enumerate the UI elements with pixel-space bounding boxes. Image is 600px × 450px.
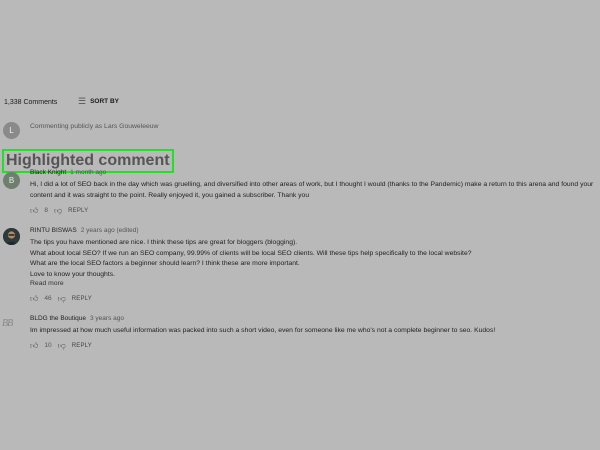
comment-time[interactable]: 3 years ago	[90, 315, 124, 322]
comment-time[interactable]: 1 month ago	[70, 169, 106, 176]
comment-author[interactable]: BLDG the Boutique	[30, 315, 86, 322]
comment-avatar	[3, 228, 20, 245]
avatar-photo-icon	[3, 228, 20, 245]
boutique-logo-icon: BB	[2, 318, 13, 329]
thumbs-up-icon[interactable]: 👍︎	[30, 206, 38, 215]
comment-actions: 👍︎ 46 👎︎ REPLY	[30, 294, 92, 303]
comment-avatar: B	[3, 172, 20, 189]
comment-actions: 👍︎ 8 👎︎ REPLY	[30, 206, 88, 215]
comment-line: What are the local SEO factors a beginne…	[30, 260, 300, 267]
comment-text: Im impressed at how much useful informat…	[30, 326, 598, 337]
comment-header: BLDG the Boutique 3 years ago	[30, 315, 124, 322]
comment-header: Black Knight 1 month ago	[30, 169, 106, 176]
comment-line: content and it was straight to the point…	[30, 191, 310, 199]
read-more-link[interactable]: Read more	[30, 279, 64, 290]
comment-author[interactable]: RINTU BISWAS	[30, 227, 77, 234]
comment-time[interactable]: 2 years ago (edited)	[81, 227, 139, 234]
comment-input-placeholder[interactable]: Commenting publicly as Lars Gouweleeuw	[30, 123, 158, 130]
comment-header: RINTU BISWAS 2 years ago (edited)	[30, 227, 139, 234]
comment-line: Love to know your thoughts.	[30, 270, 116, 278]
comment-line: Hi, I did a lot of SEO back in the day w…	[30, 181, 594, 188]
comment-line: Im impressed at how much useful informat…	[30, 327, 496, 334]
comment-line: What about local SEO? If we run an SEO c…	[30, 249, 472, 257]
sort-by-button[interactable]: ☰ SORT BY	[78, 97, 119, 106]
thumbs-up-icon[interactable]: 👍︎	[30, 341, 38, 350]
thumbs-down-icon[interactable]: 👎︎	[54, 206, 62, 215]
reply-button[interactable]: REPLY	[68, 208, 88, 214]
user-avatar: L	[3, 122, 20, 139]
thumbs-down-icon[interactable]: 👎︎	[58, 294, 66, 303]
sort-by-label: SORT BY	[90, 98, 119, 105]
comment-line: The tips you have mentioned are nice. I …	[30, 239, 298, 246]
comment-avatar-letter: B	[8, 176, 15, 185]
sort-icon: ☰	[78, 96, 87, 106]
comment-count: 1,338 Comments	[4, 99, 58, 106]
user-avatar-letter: L	[9, 126, 14, 135]
like-count: 10	[44, 342, 52, 349]
like-count: 46	[44, 295, 52, 302]
comment-avatar: BB	[2, 318, 22, 332]
comment-text: Hi, I did a lot of SEO back in the day w…	[30, 180, 598, 201]
comment-author[interactable]: Black Knight	[30, 169, 66, 176]
reply-button[interactable]: REPLY	[72, 343, 92, 349]
thumbs-up-icon[interactable]: 👍︎	[30, 294, 38, 303]
like-count: 8	[44, 207, 48, 214]
comment-actions: 👍︎ 10 👎︎ REPLY	[30, 341, 92, 350]
reply-button[interactable]: REPLY	[72, 296, 92, 302]
comment-text: The tips you have mentioned are nice. I …	[30, 238, 598, 280]
thumbs-down-icon[interactable]: 👎︎	[58, 341, 66, 350]
